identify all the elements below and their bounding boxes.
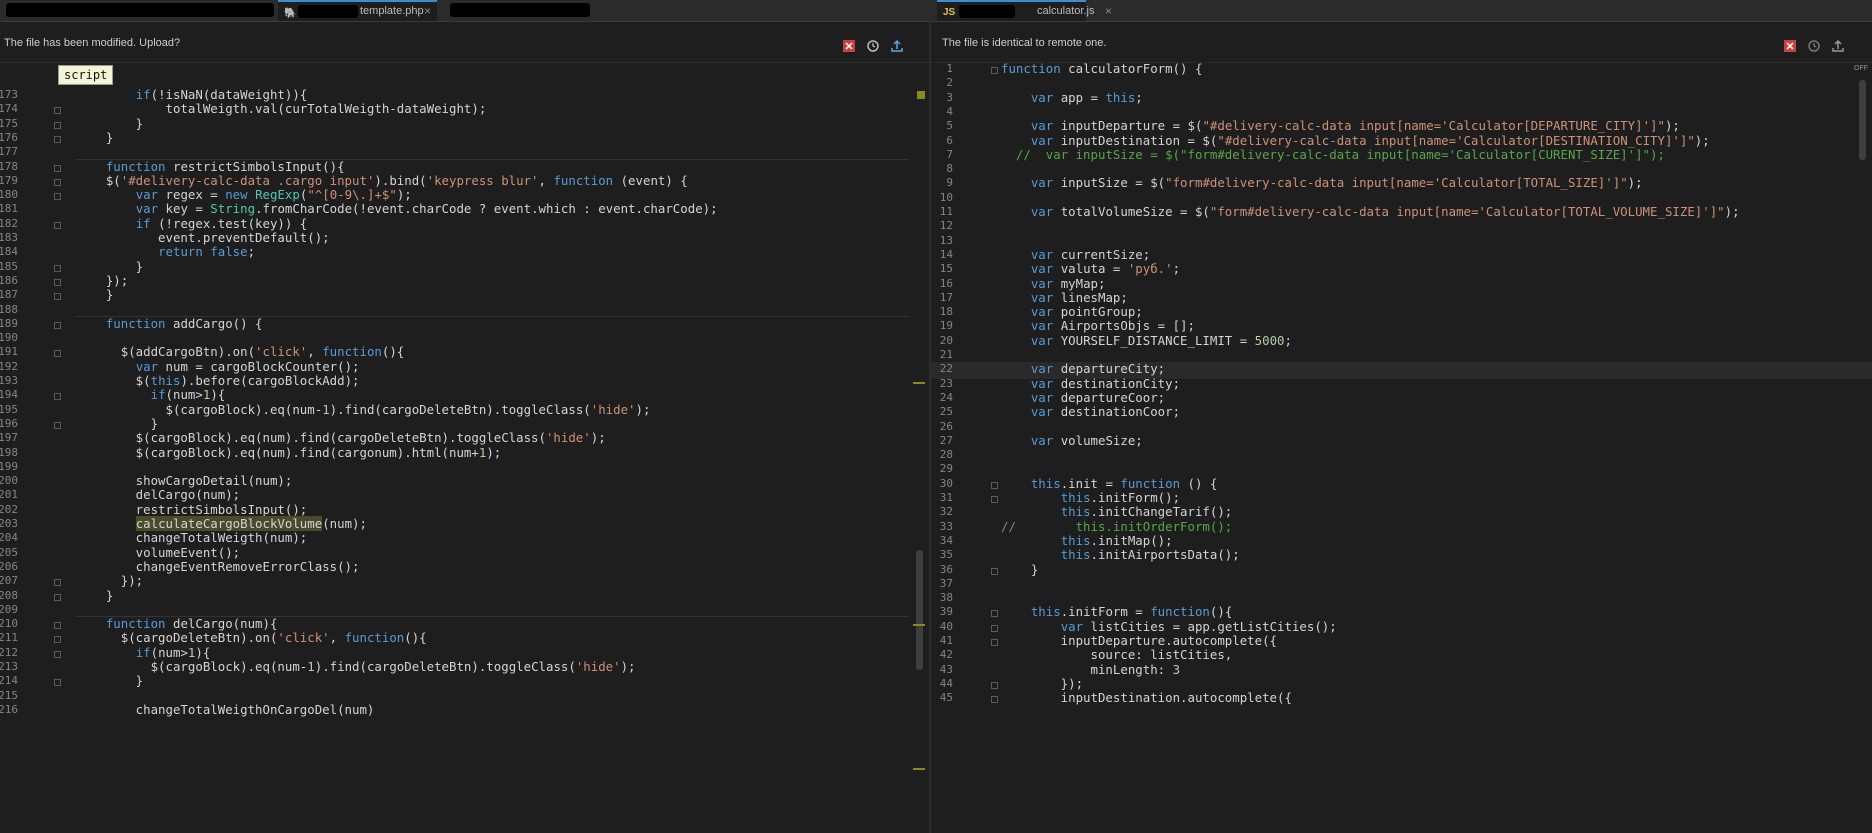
fold-toggle-icon[interactable]	[54, 579, 61, 587]
line-number: 45	[939, 691, 953, 705]
code-text: }	[76, 673, 144, 689]
search-marker	[913, 768, 925, 770]
tab-label: template.php	[360, 5, 424, 17]
fold-toggle-icon[interactable]	[54, 107, 61, 115]
close-icon[interactable]: ×	[1105, 2, 1112, 21]
redacted-block	[298, 5, 358, 18]
fold-toggle-icon[interactable]	[54, 650, 61, 658]
sync-notice-text: The file has been modified. Upload?	[4, 37, 181, 49]
fold-toggle-icon[interactable]	[54, 321, 61, 329]
code-text: inputDestination.autocomplete({	[1001, 690, 1292, 706]
code-text: function addCargo() {	[105, 315, 263, 331]
tab-redacted-1[interactable]	[0, 0, 276, 21]
fold-toggle-icon[interactable]	[54, 264, 61, 272]
code-text: var totalVolumeSize = $("form#delivery-c…	[1030, 204, 1740, 219]
code-text: }	[76, 587, 114, 603]
tab-label: calculator.js	[1037, 5, 1095, 17]
redacted-block	[6, 3, 274, 17]
method-separator	[76, 315, 909, 317]
code-text: $(cargoBlock).eq(num-1).find(cargoDelete…	[76, 401, 651, 417]
fold-toggle-icon[interactable]	[54, 393, 61, 401]
php-file-icon: 🐘	[284, 8, 297, 19]
left-editor-pane: 🐘 template.php × The file has been modif…	[0, 0, 929, 833]
search-marker	[913, 382, 925, 384]
close-icon[interactable]: ×	[424, 2, 431, 21]
fold-toggle-icon[interactable]	[991, 567, 998, 575]
fold-toggle-icon[interactable]	[991, 639, 998, 646]
fold-toggle-icon[interactable]	[991, 696, 998, 704]
history-icon[interactable]	[866, 39, 880, 53]
discard-icon[interactable]	[842, 39, 856, 53]
method-separator	[76, 158, 909, 160]
redacted-block	[959, 5, 1015, 18]
code-text: var YOURSELF_DISTANCE_LIMIT = 5000;	[1030, 332, 1292, 348]
code-text: $(cargoBlock).eq(num).find(cargonum).htm…	[76, 444, 502, 460]
fold-toggle-icon[interactable]	[54, 193, 61, 201]
fold-toggle-icon[interactable]	[54, 593, 61, 601]
tab-calculator-js[interactable]: JS calculator.js ×	[937, 0, 1112, 21]
fold-toggle-icon[interactable]	[991, 481, 998, 489]
fold-toggle-icon[interactable]	[991, 624, 998, 632]
fold-toggle-icon[interactable]	[54, 178, 61, 186]
right-vertical-scrollbar[interactable]	[1859, 80, 1866, 160]
tooltip: script	[58, 65, 114, 85]
code-text: var volumeSize;	[1030, 432, 1143, 448]
fold-toggle-icon[interactable]	[54, 135, 61, 143]
code-line[interactable]: 45 inputDestination.autocomplete({	[931, 690, 1872, 708]
code-text: function calculatorForm() {	[1001, 61, 1203, 76]
fold-toggle-icon[interactable]	[54, 679, 61, 687]
js-file-icon: JS	[943, 7, 956, 18]
sync-notice-bar: The file is identical to remote one.	[931, 22, 1872, 63]
upload-icon[interactable]	[890, 39, 904, 53]
code-text: }	[76, 287, 114, 303]
tab-template-php[interactable]: 🐘 template.php ×	[278, 0, 437, 21]
right-tab-bar: JS calculator.js ×	[931, 0, 1872, 22]
left-tab-bar: 🐘 template.php ×	[0, 0, 929, 22]
redacted-block	[450, 3, 590, 17]
fold-toggle-icon[interactable]	[54, 350, 61, 358]
code-text: $(cargoBlock).eq(num-1).find(cargoDelete…	[76, 659, 636, 674]
sync-notice-bar: The file has been modified. Upload?	[0, 22, 929, 63]
fold-toggle-icon[interactable]	[991, 67, 998, 74]
sync-notice-text: The file is identical to remote one.	[942, 37, 1107, 49]
code-text: }	[76, 129, 114, 145]
code-text: var inputSize = $("form#delivery-calc-da…	[1030, 175, 1643, 191]
code-text: var destinationCoor;	[1030, 404, 1181, 420]
method-separator	[76, 616, 909, 618]
discard-icon[interactable]	[1783, 39, 1797, 53]
fold-toggle-icon[interactable]	[54, 293, 61, 301]
code-text: // var inputSize = $("form#delivery-calc…	[1015, 146, 1665, 162]
code-text: changeTotalWeigthOnCargoDel(num)	[76, 701, 375, 717]
code-text: var app = this;	[1030, 89, 1143, 105]
fold-toggle-icon[interactable]	[991, 681, 998, 689]
fold-toggle-icon[interactable]	[54, 622, 61, 630]
line-number: 216	[0, 702, 18, 716]
right-editor-pane: JS calculator.js × The file is identical…	[931, 0, 1872, 833]
upload-icon[interactable]	[1831, 39, 1845, 53]
code-line[interactable]: 216 changeTotalWeigthOnCargoDel(num)	[0, 701, 929, 720]
history-icon[interactable]	[1807, 39, 1821, 53]
fold-toggle-icon[interactable]	[991, 610, 998, 618]
modified-marker	[917, 91, 925, 99]
fold-toggle-icon[interactable]	[54, 278, 61, 286]
fold-toggle-icon[interactable]	[54, 636, 61, 644]
fold-toggle-icon[interactable]	[54, 421, 61, 429]
fold-toggle-icon[interactable]	[991, 496, 998, 503]
code-text: }	[1001, 561, 1039, 577]
fold-toggle-icon[interactable]	[54, 221, 61, 229]
left-vertical-scrollbar[interactable]	[916, 550, 923, 670]
fold-toggle-icon[interactable]	[54, 164, 61, 172]
search-marker	[913, 624, 925, 626]
tab-redacted-2[interactable]	[444, 0, 594, 21]
fold-toggle-icon[interactable]	[54, 121, 61, 129]
